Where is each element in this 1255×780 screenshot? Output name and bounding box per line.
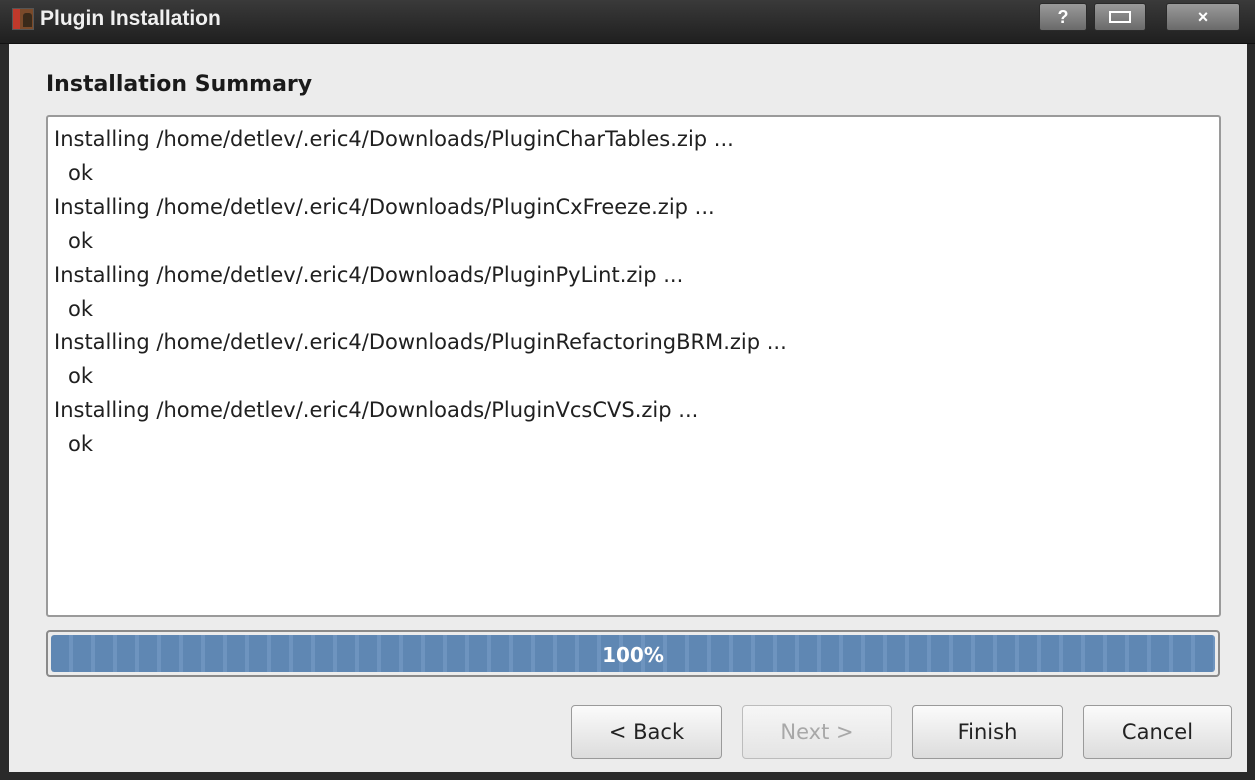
maximize-icon [1109,11,1131,23]
progress-bar: 100% [46,630,1220,677]
dialog-content: Installation Summary Installing /home/de… [9,44,1247,772]
log-line-ok: ok [68,160,94,185]
eric-app-icon [12,8,34,30]
log-line-ok: ok [68,432,94,457]
progress-track: 100% [51,635,1215,672]
log-line: Installing /home/detlev/.eric4/Downloads… [54,330,787,355]
close-button[interactable]: × [1166,3,1240,31]
plugin-installation-window: Plugin Installation ? × Installation Sum… [0,0,1255,780]
log-line: Installing /home/detlev/.eric4/Downloads… [54,262,684,287]
log-line: Installing /home/detlev/.eric4/Downloads… [54,127,734,151]
log-line-ok: ok [68,228,94,253]
log-line: Installing /home/detlev/.eric4/Downloads… [54,398,699,423]
cancel-button[interactable]: Cancel [1083,705,1232,759]
log-line-ok: ok [68,296,94,321]
title-bar[interactable]: Plugin Installation ? × [0,0,1255,44]
window-title: Plugin Installation [40,7,221,30]
progress-label: 100% [602,643,664,667]
log-line-ok: ok [68,364,94,389]
page-title: Installation Summary [46,72,313,97]
help-button[interactable]: ? [1039,3,1087,31]
maximize-button[interactable] [1094,3,1146,31]
back-button[interactable]: < Back [571,705,722,759]
next-button[interactable]: Next > [742,705,892,759]
log-line: Installing /home/detlev/.eric4/Downloads… [54,194,715,219]
installation-log[interactable]: Installing /home/detlev/.eric4/Downloads… [46,115,1221,617]
finish-button[interactable]: Finish [912,705,1063,759]
